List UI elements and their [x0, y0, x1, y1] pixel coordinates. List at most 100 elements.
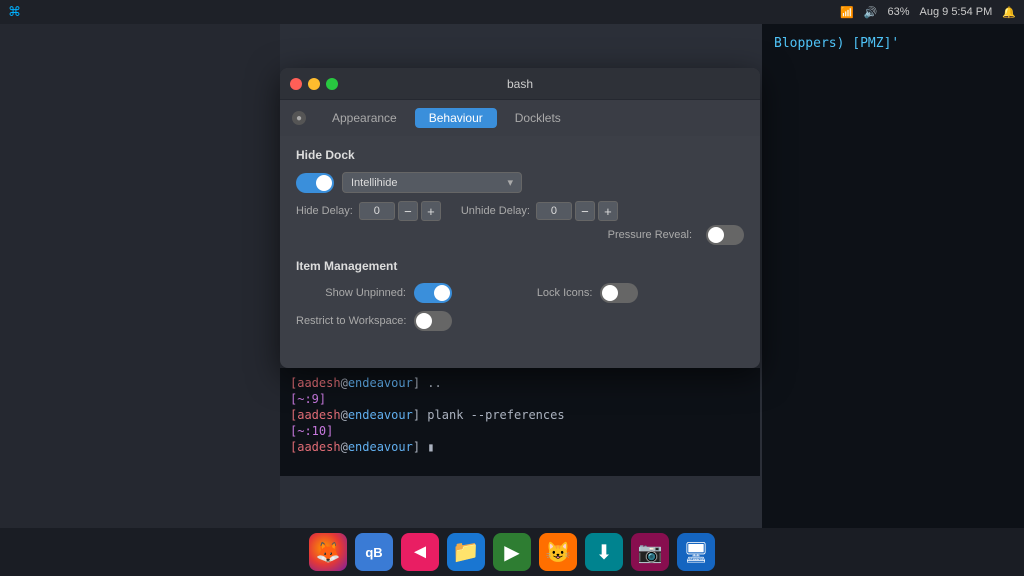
unhide-delay-increment[interactable]: + — [598, 201, 618, 221]
unhide-delay-item: Unhide Delay: − + — [461, 201, 618, 221]
battery-status: 63% — [887, 6, 909, 18]
firefox-icon: 🦊 — [316, 540, 341, 565]
dialog-titlebar: bash — [280, 68, 760, 100]
terminal-area: [aadesh@endeavour] .. [~:9] [aadesh@ende… — [280, 368, 760, 476]
term-user-2: [aadesh — [290, 408, 341, 422]
topbar: ⌘ 📶 🔊 63% Aug 9 5:54 PM 🔔 — [0, 0, 1024, 24]
close-button[interactable] — [290, 78, 302, 90]
media-icon: ▶ — [504, 540, 519, 565]
right-terminal: Bloppers) [PMZ]' — [762, 24, 1024, 528]
show-unpinned-row: Show Unpinned: — [296, 283, 452, 303]
item-mgmt-right: Lock Icons: — [482, 283, 638, 339]
hide-dock-title: Hide Dock — [296, 148, 744, 162]
hide-dock-section: Hide Dock Intellihide ▾ Hide Delay: − + — [296, 148, 744, 245]
dialog-tabs: ● Appearance Behaviour Docklets — [280, 100, 760, 136]
maximize-button[interactable] — [326, 78, 338, 90]
unhide-delay-input-group: − + — [536, 201, 618, 221]
tab-appearance[interactable]: Appearance — [318, 108, 411, 128]
toggle-knob — [316, 175, 332, 191]
item-management-title: Item Management — [296, 259, 744, 273]
show-unpinned-knob — [434, 285, 450, 301]
show-unpinned-toggle[interactable] — [414, 283, 452, 303]
topbar-left: ⌘ — [8, 4, 21, 20]
dock: 🦊 qB ◄ 📁 ▶ 😺 ⬇ 📷 🖥 — [0, 528, 1024, 576]
back-arrow[interactable]: ● — [292, 111, 306, 125]
item-management-section: Item Management Show Unpinned: Restrict … — [296, 259, 744, 339]
term-bracket-1: [~:9] — [290, 392, 326, 406]
topbar-right: 📶 🔊 63% Aug 9 5:54 PM 🔔 — [840, 6, 1016, 19]
hide-delay-decrement[interactable]: − — [398, 201, 418, 221]
term-line-5: [aadesh@endeavour] ▮ — [290, 440, 750, 454]
tab-behaviour[interactable]: Behaviour — [415, 108, 497, 128]
qbittorrent-icon: qB — [365, 545, 382, 560]
lock-icons-label: Lock Icons: — [482, 287, 592, 299]
restrict-workspace-row: Restrict to Workspace: — [296, 311, 452, 331]
restrict-workspace-knob — [416, 313, 432, 329]
restrict-workspace-label: Restrict to Workspace: — [296, 315, 406, 327]
hide-dock-toggle[interactable] — [296, 173, 334, 193]
dock-icon-firefox[interactable]: 🦊 — [309, 533, 347, 571]
pressure-toggle-knob — [708, 227, 724, 243]
hide-delay-item: Hide Delay: − + — [296, 201, 441, 221]
notification-icon: 🔔 — [1002, 6, 1016, 19]
right-terminal-text: Bloppers) [PMZ]' — [774, 36, 899, 51]
term-line-4: [~:10] — [290, 424, 750, 438]
left-area — [0, 24, 280, 528]
dropdown-arrow-icon: ▾ — [507, 176, 513, 189]
camera-icon: 📷 — [638, 540, 663, 565]
dialog-window: bash ● Appearance Behaviour Docklets Hid… — [280, 68, 760, 368]
dropdown-value: Intellihide — [351, 177, 397, 189]
term-user-3: [aadesh — [290, 440, 341, 454]
lock-icons-toggle[interactable] — [600, 283, 638, 303]
hide-delay-input[interactable] — [359, 202, 395, 220]
intellihide-dropdown[interactable]: Intellihide ▾ — [342, 172, 522, 193]
unhide-delay-label: Unhide Delay: — [461, 205, 530, 217]
tab-docklets[interactable]: Docklets — [501, 108, 575, 128]
downloader-icon: ⬇ — [596, 540, 613, 565]
delays-row: Hide Delay: − + Unhide Delay: − + — [296, 201, 744, 221]
wifi-icon: 📶 — [840, 6, 854, 19]
files-icon: 📁 — [452, 539, 479, 565]
lock-icons-row: Lock Icons: — [482, 283, 638, 303]
window-controls[interactable] — [290, 78, 338, 90]
hide-delay-increment[interactable]: + — [421, 201, 441, 221]
minimize-button[interactable] — [308, 78, 320, 90]
fox-icon: 😺 — [546, 540, 571, 565]
pressure-reveal-label: Pressure Reveal: — [608, 229, 692, 241]
send-icon: ◄ — [410, 541, 430, 564]
dock-icon-fox[interactable]: 😺 — [539, 533, 577, 571]
pressure-reveal-row: Pressure Reveal: — [296, 225, 744, 245]
item-mgmt-rows: Show Unpinned: Restrict to Workspace: — [296, 283, 744, 339]
dock-icon-qbittorrent[interactable]: qB — [355, 533, 393, 571]
volume-icon: 🔊 — [864, 6, 878, 19]
restrict-workspace-toggle[interactable] — [414, 311, 452, 331]
lock-icons-knob — [602, 285, 618, 301]
term-host-3: endeavour — [348, 440, 413, 454]
pressure-reveal-toggle[interactable] — [706, 225, 744, 245]
unhide-delay-input[interactable] — [536, 202, 572, 220]
show-unpinned-label: Show Unpinned: — [296, 287, 406, 299]
datetime: Aug 9 5:54 PM — [920, 6, 993, 18]
hide-delay-input-group: − + — [359, 201, 441, 221]
term-user-1: [aadesh — [290, 376, 341, 390]
hide-delay-label: Hide Delay: — [296, 205, 353, 217]
present-icon: 🖥 — [683, 540, 708, 565]
hide-dock-row: Intellihide ▾ — [296, 172, 744, 193]
dock-icon-downloader[interactable]: ⬇ — [585, 533, 623, 571]
term-host-2: endeavour — [348, 408, 413, 422]
term-host-1: endeavour — [348, 376, 413, 390]
dock-icon-present[interactable]: 🖥 — [677, 533, 715, 571]
arch-logo: ⌘ — [8, 4, 21, 20]
term-line-2: [~:9] — [290, 392, 750, 406]
dock-icon-send[interactable]: ◄ — [401, 533, 439, 571]
dock-icon-camera[interactable]: 📷 — [631, 533, 669, 571]
term-bracket-2: [~:10] — [290, 424, 333, 438]
dock-icon-media[interactable]: ▶ — [493, 533, 531, 571]
unhide-delay-decrement[interactable]: − — [575, 201, 595, 221]
term-line-3: [aadesh@endeavour] plank --preferences — [290, 408, 750, 422]
term-line-1: [aadesh@endeavour] .. — [290, 376, 750, 390]
dock-icon-files[interactable]: 📁 — [447, 533, 485, 571]
dialog-body: Hide Dock Intellihide ▾ Hide Delay: − + — [280, 136, 760, 365]
item-mgmt-left: Show Unpinned: Restrict to Workspace: — [296, 283, 452, 339]
dialog-title: bash — [507, 77, 533, 91]
